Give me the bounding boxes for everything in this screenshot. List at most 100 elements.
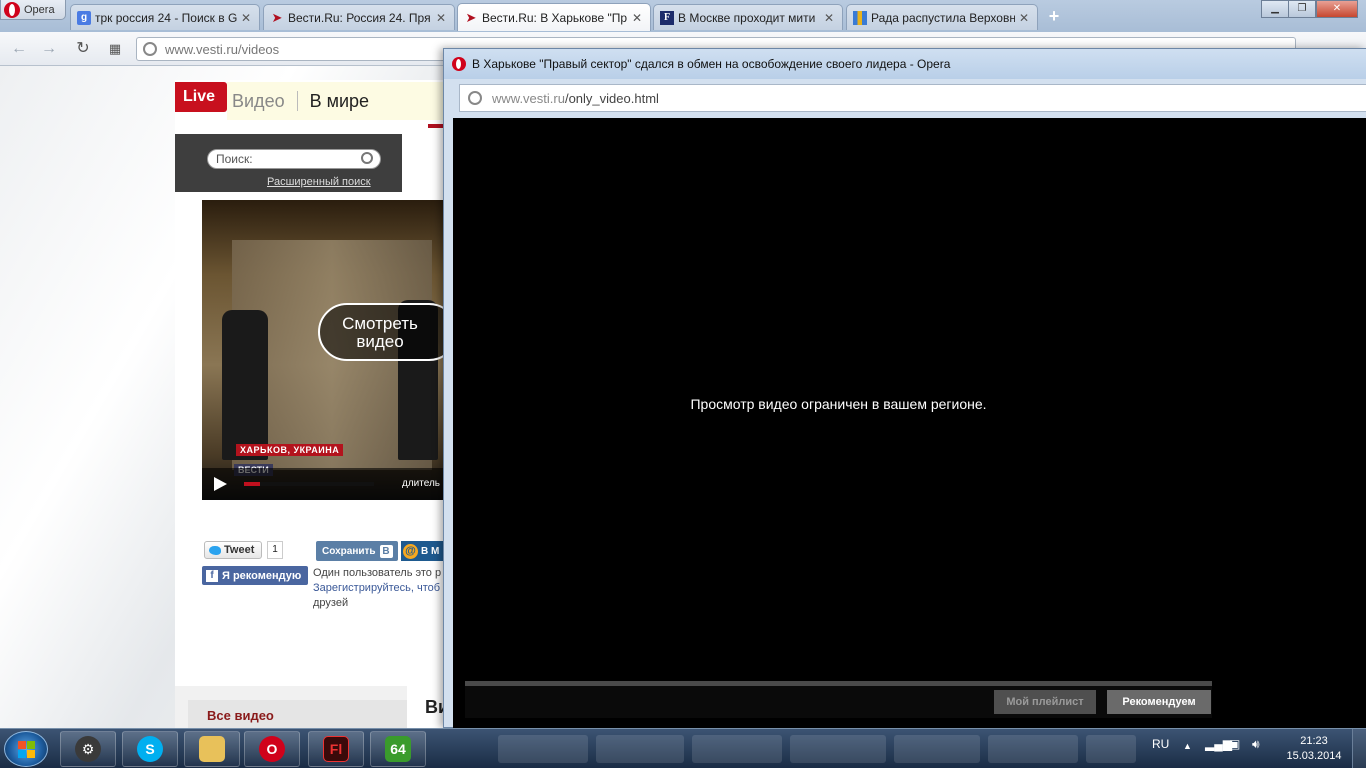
address-host: www.vesti.ru <box>492 90 565 106</box>
network-signal-icon[interactable]: ▂▄▆ <box>1205 737 1232 751</box>
duration-label: длитель <box>402 478 440 489</box>
f-icon: F <box>660 10 674 25</box>
advanced-search-link[interactable]: Расширенный поиск <box>267 176 371 188</box>
tab-rada[interactable]: Рада распустила Верховн ✕ <box>846 4 1038 30</box>
maximize-button[interactable]: ❐ <box>1288 0 1316 18</box>
volume-icon[interactable]: 🔊︎ <box>1252 737 1260 752</box>
live-button[interactable]: Live <box>175 82 227 112</box>
popup-titlebar: В Харькове "Правый сектор" сдался в обме… <box>444 49 1366 79</box>
tab-title: Рада распустила Верховн <box>871 10 1015 25</box>
vk-save-label: Сохранить <box>322 545 376 557</box>
close-window-button[interactable]: ✕ <box>1316 0 1358 18</box>
video-progress-bar[interactable] <box>244 482 374 486</box>
mailru-at-icon: @ <box>403 543 418 559</box>
show-desktop-button[interactable] <box>1352 729 1366 768</box>
windows-taskbar: ⚙ S O Fl 64 RU ▲ ▂▄▆ ▣ 🔊︎ 21:23 15.03.20… <box>0 728 1366 768</box>
address-text: www.vesti.ru/videos <box>165 41 280 57</box>
opera-menu-button[interactable]: Opera <box>0 0 66 20</box>
tweet-label: Tweet <box>224 544 255 556</box>
mailru-share-button[interactable]: @ В М <box>401 541 445 561</box>
close-tab-icon[interactable]: ✕ <box>632 11 644 25</box>
video-control-bar: длитель <box>202 468 445 500</box>
minimize-button[interactable]: ▁ <box>1261 0 1289 18</box>
recommend-button[interactable]: Рекомендуем <box>1107 690 1211 714</box>
taskbar-skype[interactable]: S <box>122 731 178 767</box>
taskbar-flash[interactable]: Fl <box>308 731 364 767</box>
opera-logo-icon <box>452 57 466 71</box>
address-path: /only_video.html <box>564 90 659 106</box>
progress-fill <box>244 482 260 486</box>
back-button[interactable]: ← <box>10 40 28 58</box>
facebook-icon: f <box>206 569 218 582</box>
popup-video-window: В Харькове "Правый сектор" сдался в обме… <box>443 48 1366 729</box>
close-tab-icon[interactable]: ✕ <box>1019 11 1031 25</box>
taskbar-blurred-item <box>692 735 782 763</box>
taskbar-blurred-item <box>596 735 684 763</box>
taskbar-blurred-item <box>1086 735 1136 763</box>
facebook-recommend-button[interactable]: f Я рекомендую <box>202 566 308 585</box>
app64-icon: 64 <box>385 736 411 762</box>
taskbar-blurred-item <box>790 735 886 763</box>
windows-logo-icon <box>18 741 26 749</box>
folder-icon <box>199 736 225 762</box>
search-input[interactable]: Поиск: <box>207 149 381 169</box>
system-clock[interactable]: 21:23 15.03.2014 <box>1284 734 1344 764</box>
taskbar-blurred-item <box>988 735 1078 763</box>
tab-title: В Москве проходит мити <box>678 10 816 25</box>
close-tab-icon[interactable]: ✕ <box>824 11 836 25</box>
section-header: Видео В мире <box>227 82 447 120</box>
search-panel: Поиск: Расширенный поиск <box>175 134 402 192</box>
tweet-count: 1 <box>267 541 283 559</box>
section-video-link[interactable]: Видео <box>232 91 285 112</box>
taskbar-blurred-item <box>498 735 588 763</box>
tab-title: Вести.Ru: В Харькове "Пр <box>482 10 628 25</box>
play-icon[interactable] <box>214 477 227 491</box>
language-indicator[interactable]: RU <box>1152 737 1169 751</box>
vk-icon: B <box>379 544 393 558</box>
globe-icon <box>143 42 157 56</box>
taskbar-opera[interactable]: O <box>244 731 300 767</box>
opera-logo-icon <box>4 1 20 18</box>
windows-logo-icon <box>27 741 35 749</box>
scene-figure <box>222 310 268 460</box>
tab-moscow-rally[interactable]: F В Москве проходит мити ✕ <box>653 4 843 30</box>
speed-dial-icon[interactable]: ▦ <box>106 40 124 58</box>
search-icon[interactable] <box>361 152 373 164</box>
forward-button[interactable]: → <box>40 40 58 58</box>
taskbar-steam[interactable]: ⚙ <box>60 731 116 767</box>
facebook-text-line: Один пользователь это р <box>313 567 442 579</box>
facebook-text-line: друзей <box>313 597 349 609</box>
taskbar-explorer[interactable] <box>184 731 240 767</box>
new-tab-button[interactable]: + <box>1044 6 1064 26</box>
my-playlist-button[interactable]: Мой плейлист <box>994 690 1096 714</box>
vesti-icon: ➤ <box>465 9 477 25</box>
video-thumbnail[interactable]: Смотреть видео ХАРЬКОВ, УКРАИНА ВЕСТИ дл… <box>202 200 445 500</box>
close-tab-icon[interactable]: ✕ <box>241 11 253 25</box>
popup-address-bar[interactable]: www.vesti.ru/only_video.html <box>459 84 1366 112</box>
tab-title: трк россия 24 - Поиск в G <box>95 10 237 25</box>
reload-button[interactable]: ↻ <box>74 40 92 58</box>
facebook-label: Я рекомендую <box>222 569 302 582</box>
tray-expand-icon[interactable]: ▲ <box>1183 741 1192 751</box>
tab-google-search[interactable]: g трк россия 24 - Поиск в G ✕ <box>70 4 260 30</box>
section-divider <box>296 91 298 111</box>
vk-save-button[interactable]: Сохранить B <box>316 541 398 561</box>
taskbar-app64[interactable]: 64 <box>370 731 426 767</box>
section-world-title: В мире <box>309 90 370 111</box>
tab-vesti-russia24[interactable]: ➤ Вести.Ru: Россия 24. Пря ✕ <box>263 4 455 30</box>
clock-time: 21:23 <box>1300 735 1328 747</box>
device-icon[interactable]: ▣ <box>1229 737 1240 751</box>
browser-titlebar: Opera g трк россия 24 - Поиск в G ✕ ➤ Ве… <box>0 0 1366 32</box>
tweet-button[interactable]: Tweet <box>204 541 262 559</box>
tab-vesti-kharkov[interactable]: ➤ Вести.Ru: В Харькове "Пр ✕ <box>457 3 651 31</box>
facebook-social-text: Один пользователь это р Зарегистрируйтес… <box>313 566 445 611</box>
video-player[interactable]: Просмотр видео ограничен в вашем регионе… <box>453 118 1366 729</box>
tab-title: Вести.Ru: Россия 24. Пря <box>288 10 431 25</box>
facebook-register-link[interactable]: Зарегистрируйтесь, чтоб <box>313 581 445 596</box>
google-icon: g <box>77 10 91 25</box>
watch-video-button[interactable]: Смотреть видео <box>318 303 445 361</box>
close-tab-icon[interactable]: ✕ <box>436 11 448 25</box>
all-videos-link[interactable]: Все видео <box>188 700 407 728</box>
start-button[interactable] <box>4 731 48 767</box>
windows-logo-icon <box>18 750 26 758</box>
